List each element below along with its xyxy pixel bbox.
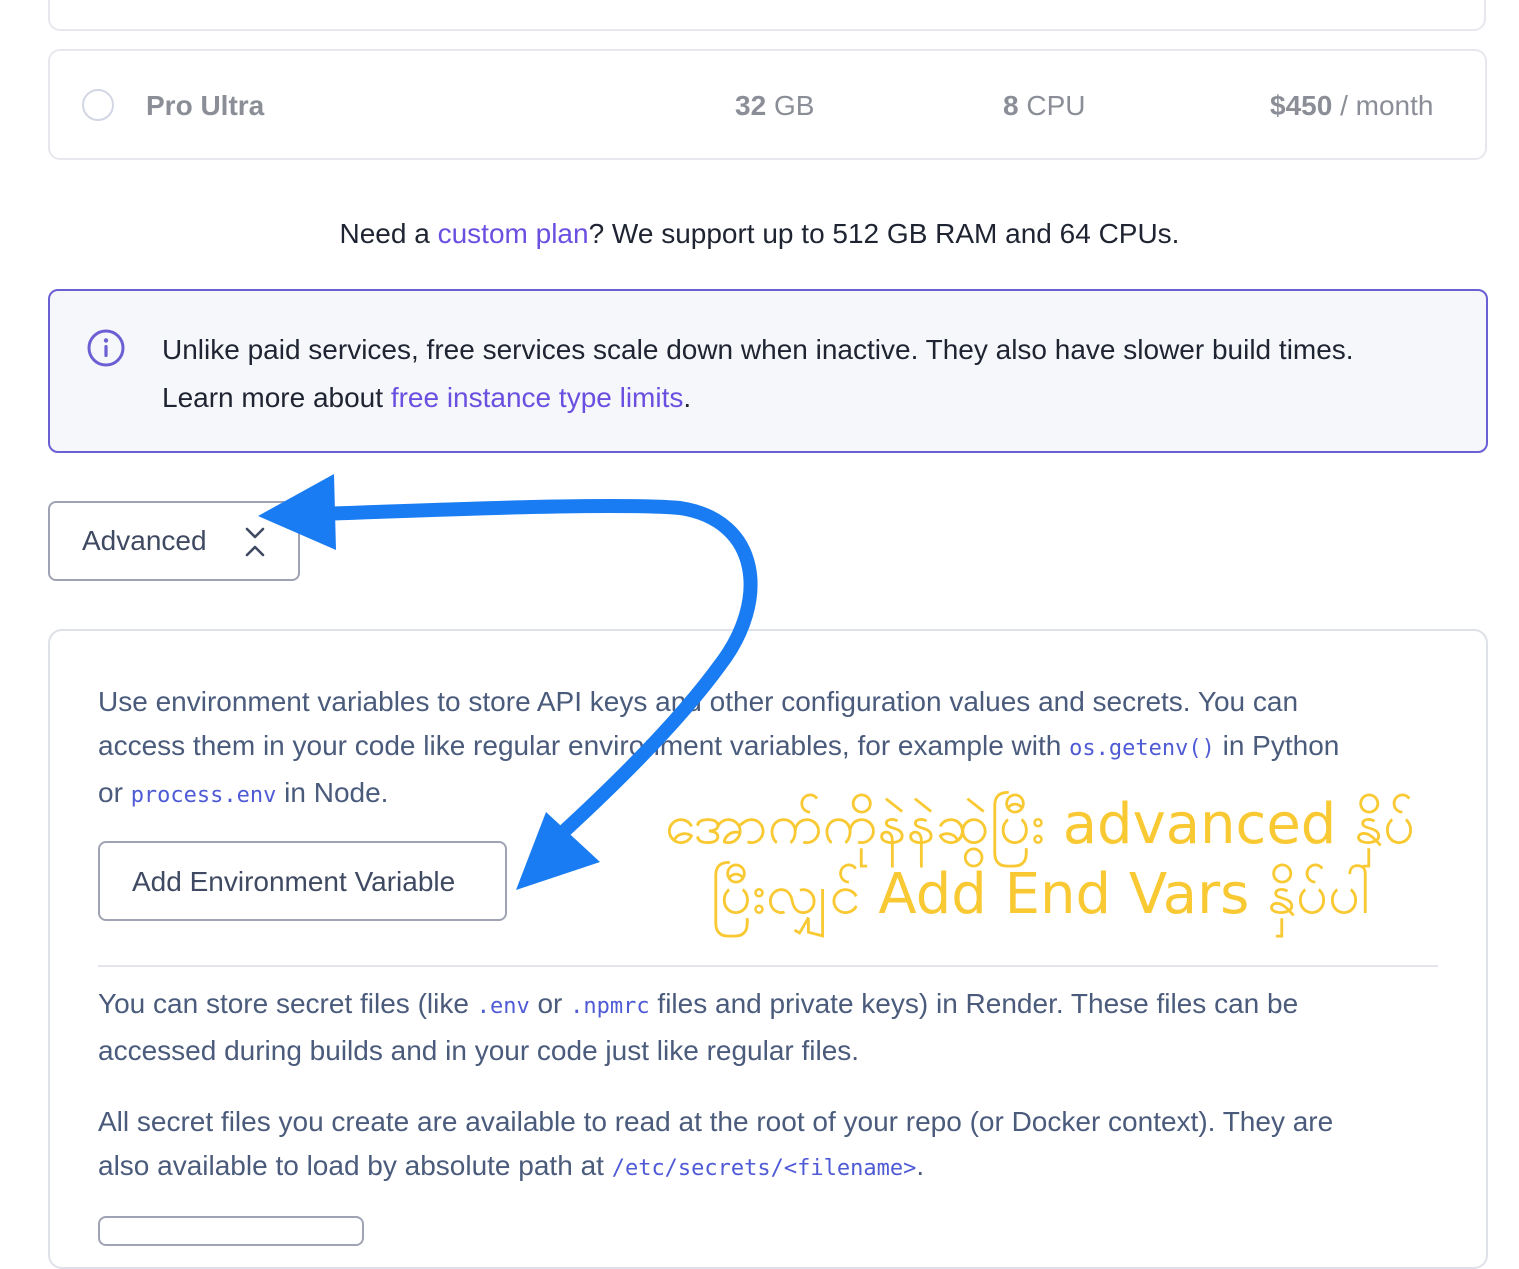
secret-p1-c: files and private keys) in Render. These… <box>649 988 1299 1019</box>
info-line-2-suffix: . <box>683 382 692 413</box>
add-env-label: Add Environment Variable <box>132 866 456 897</box>
custom-plan-prefix: Need a <box>339 218 438 249</box>
secret-p1-b: or <box>529 988 571 1019</box>
collapse-chevrons-icon <box>245 527 265 557</box>
code-env: .env <box>476 994 530 1019</box>
code-secrets-path: /etc/secrets/<filename> <box>611 1156 917 1181</box>
plan-name: Pro Ultra <box>146 90 265 121</box>
code-process-env: process.env <box>130 783 277 808</box>
advanced-label: Advanced <box>82 525 207 556</box>
plan-radio[interactable] <box>82 89 114 121</box>
plan-price-value: $450 <box>1270 90 1333 121</box>
secret-files-path-note: All secret files you create are availabl… <box>98 1100 1438 1191</box>
secret-p2-line-1: All secret files you create are availabl… <box>98 1106 1334 1137</box>
env-vars-description: Use environment variables to store API k… <box>98 680 1438 818</box>
plan-price: $450 / month <box>1270 86 1433 126</box>
custom-plan-note: Need a custom plan? We support up to 512… <box>0 214 1519 254</box>
secret-p2-suffix: . <box>916 1150 925 1181</box>
plan-cpu: 8 CPU <box>1003 86 1085 126</box>
env-line-3: or process.env in Node. <box>98 771 1438 818</box>
env-line-2-prefix: access them in your code like regular en… <box>98 730 1070 761</box>
plan-cpu-unit: CPU <box>1026 90 1086 121</box>
plan-ram: 32 GB <box>735 86 814 126</box>
secret-p2-prefix: also available to load by absolute path … <box>98 1150 612 1181</box>
secret-p2-line-2: also available to load by absolute path … <box>98 1144 1438 1191</box>
add-secret-file-button[interactable] <box>98 1216 364 1246</box>
code-npmrc: .npmrc <box>570 994 650 1019</box>
plan-ram-unit: GB <box>773 90 815 121</box>
secret-files-description: You can store secret files (like .env or… <box>98 982 1438 1073</box>
plan-cpu-value: 8 <box>1003 90 1019 121</box>
info-line-2: Learn more about free instance type limi… <box>162 374 1452 422</box>
info-callout-text: Unlike paid services, free services scal… <box>162 326 1452 422</box>
section-divider <box>98 965 1438 967</box>
info-icon <box>87 329 125 367</box>
env-line-3-prefix: or <box>98 777 131 808</box>
secret-p1-line-1: You can store secret files (like .env or… <box>98 982 1438 1029</box>
secret-p1-a: You can store secret files (like <box>98 988 477 1019</box>
env-line-3-suffix: in Node. <box>276 777 389 808</box>
custom-plan-link[interactable]: custom plan <box>438 218 589 249</box>
plan-price-period: / month <box>1340 90 1434 121</box>
custom-plan-suffix: ? We support up to 512 GB RAM and 64 CPU… <box>588 218 1180 249</box>
info-line-1: Unlike paid services, free services scal… <box>162 334 1354 365</box>
env-line-1: Use environment variables to store API k… <box>98 686 1299 717</box>
secret-p1-line-2: accessed during builds and in your code … <box>98 1035 860 1066</box>
previous-plan-card[interactable] <box>48 0 1486 31</box>
free-instance-limits-link[interactable]: free instance type limits <box>391 382 684 413</box>
env-line-2: access them in your code like regular en… <box>98 724 1438 771</box>
plan-ram-value: 32 <box>735 90 767 121</box>
info-line-2-prefix: Learn more about <box>162 382 391 413</box>
env-line-2-suffix: in Python <box>1214 730 1340 761</box>
code-os-getenv: os.getenv() <box>1069 736 1215 761</box>
